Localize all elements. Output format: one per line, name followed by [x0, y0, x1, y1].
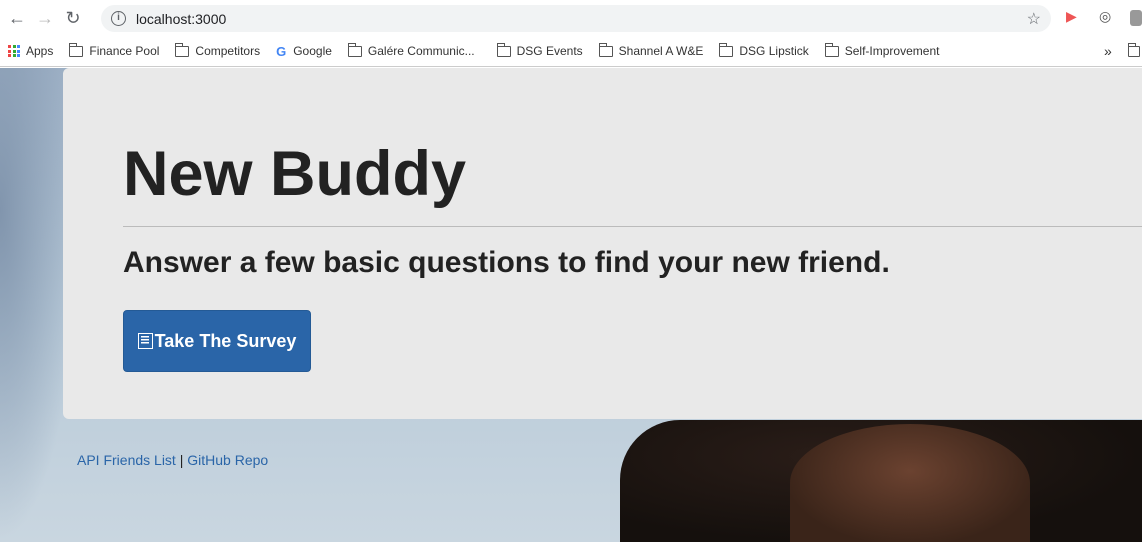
bookmark-star-icon[interactable]: ☆ — [1027, 9, 1041, 29]
browser-toolbar: ← → ↻ i localhost:3000 ☆ ▶ ◎ — [0, 0, 1142, 36]
folder-icon — [598, 42, 613, 57]
button-label: Take The Survey — [154, 330, 297, 351]
bookmark-label: Finance Pool — [89, 44, 160, 58]
bookmark-label: Galére Communic... — [367, 44, 475, 58]
back-icon[interactable]: ← — [6, 8, 28, 29]
bookmark-label: Shannel A W&E — [618, 44, 704, 58]
bookmark-label: DSG Lipstick — [739, 44, 809, 58]
page-background: New Buddy Answer a few basic questions t… — [0, 68, 1142, 542]
google-icon: G — [276, 43, 287, 59]
folder-icon — [496, 42, 511, 57]
jumbotron: New Buddy Answer a few basic questions t… — [63, 68, 1142, 419]
extension-icon-2[interactable]: ◎ — [1099, 8, 1111, 25]
background-face — [790, 424, 1030, 542]
api-friends-list-link[interactable]: API Friends List — [77, 452, 176, 468]
folder-icon[interactable] — [1128, 42, 1140, 57]
folder-icon — [719, 42, 734, 57]
bookmark-competitors[interactable]: Competitors — [175, 42, 261, 58]
more-bookmarks-button[interactable]: » — [1104, 43, 1112, 59]
bookmark-label: Apps — [26, 44, 54, 58]
apps-grid-icon — [8, 45, 20, 57]
profile-icon[interactable] — [1130, 10, 1142, 26]
bookmark-label: Competitors — [195, 44, 261, 58]
forward-icon[interactable]: → — [34, 8, 56, 29]
bookmark-shannel[interactable]: Shannel A W&E — [598, 42, 704, 58]
footer-links: API Friends List | GitHub Repo — [77, 452, 268, 468]
info-icon[interactable]: i — [111, 11, 126, 26]
bookmark-label: Self-Improvement — [844, 44, 940, 58]
reload-icon[interactable]: ↻ — [62, 8, 84, 29]
address-bar[interactable]: i localhost:3000 ☆ — [101, 5, 1051, 32]
folder-icon — [824, 42, 839, 57]
bookmark-apps[interactable]: Apps — [8, 44, 53, 58]
take-survey-button[interactable]: Take The Survey — [123, 310, 311, 372]
bookmark-finance-pool[interactable]: Finance Pool — [69, 42, 160, 58]
separator: | — [179, 452, 184, 468]
page-subtitle: Answer a few basic questions to find you… — [123, 246, 890, 279]
url-text[interactable]: localhost:3000 — [136, 11, 226, 27]
bookmark-label: Google — [293, 44, 332, 58]
folder-icon — [347, 42, 362, 57]
list-alt-icon — [137, 333, 153, 349]
bookmark-dsg-lipstick[interactable]: DSG Lipstick — [719, 42, 809, 58]
bookmark-dsg-events[interactable]: DSG Events — [496, 42, 583, 58]
bookmarks-bar: Apps Finance Pool Competitors G Google Ga… — [0, 36, 1142, 67]
bookmark-galere[interactable]: Galére Communic... — [347, 42, 475, 58]
bookmark-label: DSG Events — [516, 44, 583, 58]
divider — [123, 226, 1142, 227]
folder-icon — [69, 42, 84, 57]
github-repo-link[interactable]: GitHub Repo — [187, 452, 268, 468]
bookmark-google[interactable]: G Google — [276, 44, 332, 59]
bookmark-self-improvement[interactable]: Self-Improvement — [824, 42, 940, 58]
extension-icon[interactable]: ▶ — [1066, 8, 1077, 25]
folder-icon — [175, 42, 190, 57]
page-title: New Buddy — [123, 139, 467, 209]
